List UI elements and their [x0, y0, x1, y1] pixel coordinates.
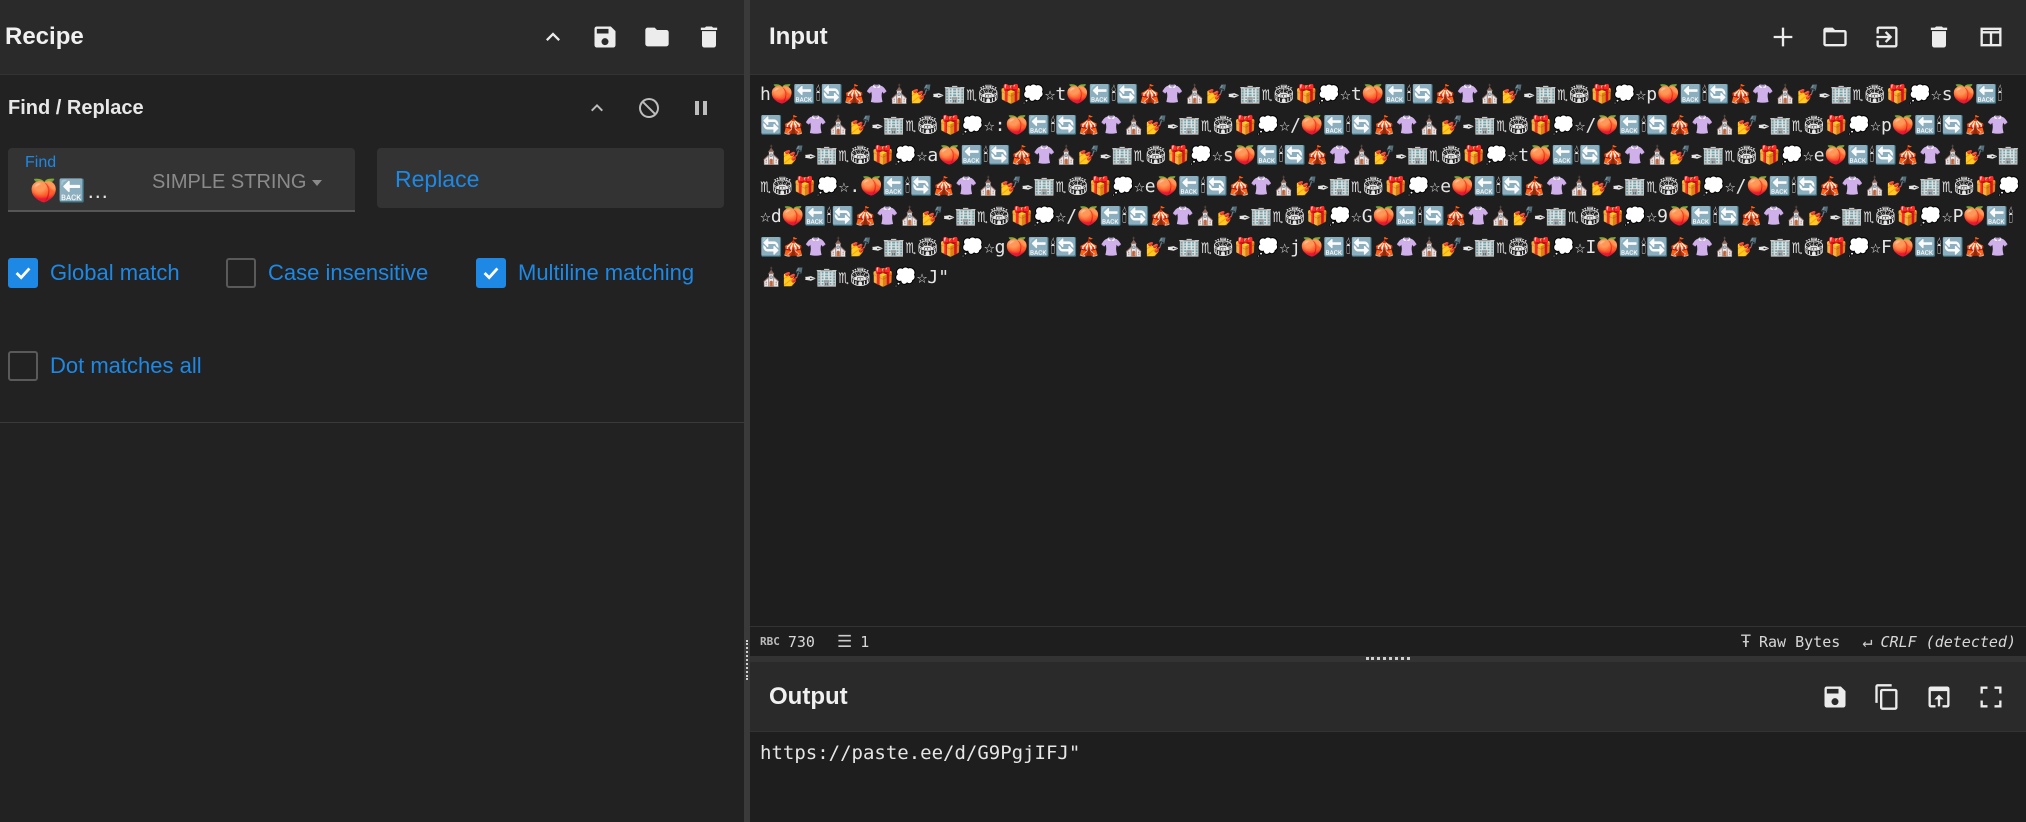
status-right: Ŧ Raw Bytes ↵ CRLF (detected) — [1731, 632, 2026, 652]
find-value[interactable]: 🍑🔙… — [30, 178, 110, 204]
input-status-bar: RBC 730 ☰ 1 Ŧ Raw Bytes ↵ CRLF (detected… — [750, 626, 2026, 656]
input-title: Input — [769, 23, 828, 50]
splitter-grip-icon[interactable] — [1366, 657, 1410, 660]
replace-placeholder: Replace — [395, 166, 480, 192]
dot-matches-all-checkbox[interactable]: Dot matches all — [8, 351, 202, 381]
clear-input-trash-icon[interactable] — [1924, 22, 1954, 52]
abc-icon: RBC — [760, 635, 780, 648]
operation-controls — [582, 93, 716, 123]
case-insensitive-checkbox[interactable]: Case insensitive — [226, 258, 428, 288]
global-match-checkbox[interactable]: Global match — [8, 258, 180, 288]
maximise-output-icon[interactable] — [1976, 682, 2006, 712]
checkbox-unchecked-icon — [8, 351, 38, 381]
disable-operation-icon[interactable] — [634, 93, 664, 123]
encoding-selector[interactable]: Ŧ Raw Bytes — [1741, 632, 1841, 652]
save-recipe-icon[interactable] — [590, 22, 620, 52]
find-label: Find — [25, 154, 57, 171]
open-file-input-icon[interactable] — [1872, 22, 1902, 52]
eol-selector[interactable]: ↵ CRLF (detected) — [1862, 632, 2016, 652]
output-title: Output — [769, 682, 848, 710]
replace-input-with-output-icon[interactable] — [1924, 682, 1954, 712]
operation-title: Find / Replace — [8, 97, 144, 119]
find-replace-operation: Find / Replace Find 🍑🔙… SIMPLE STRING Re… — [0, 75, 744, 423]
lines-icon: ☰ — [836, 631, 853, 652]
input-textarea[interactable]: h🍑🔙🕯🔄🎪👚⛪💅✒🏢♏🏟🎁💭☆t🍑🔙🕯🔄🎪👚⛪💅✒🏢♏🏟🎁💭☆t🍑🔙🕯🔄🎪👚⛪… — [760, 80, 2022, 294]
dot-matches-all-label: Dot matches all — [50, 353, 202, 378]
find-type-label: SIMPLE STRING — [152, 171, 307, 193]
save-output-icon[interactable] — [1820, 682, 1850, 712]
recipe-toolbar — [538, 22, 744, 52]
input-pane: Input h🍑🔙🕯🔄🎪👚⛪💅✒🏢♏🏟🎁💭☆t🍑🔙🕯🔄🎪👚⛪💅✒🏢♏🏟🎁💭☆t🍑… — [750, 0, 2026, 656]
recipe-header: Recipe — [0, 0, 744, 75]
find-type-dropdown[interactable]: SIMPLE STRING — [152, 171, 323, 194]
checkbox-checked-icon — [8, 258, 38, 288]
pause-breakpoint-icon[interactable] — [686, 93, 716, 123]
add-tab-plus-icon[interactable] — [1768, 22, 1798, 52]
output-header: Output — [750, 662, 2026, 732]
input-header: Input — [750, 0, 2026, 75]
collapse-all-icon[interactable] — [538, 22, 568, 52]
input-toolbar — [1768, 22, 2026, 52]
output-textarea[interactable]: https://paste.ee/d/G9PgjIFJ" — [760, 742, 1080, 764]
line-count: ☰ 1 — [837, 632, 869, 652]
output-toolbar — [1820, 682, 2026, 712]
checkbox-checked-icon — [476, 258, 506, 288]
load-recipe-folder-icon[interactable] — [642, 22, 672, 52]
multiline-matching-label: Multiline matching — [518, 260, 695, 285]
multiline-matching-checkbox[interactable]: Multiline matching — [476, 258, 694, 288]
case-insensitive-label: Case insensitive — [268, 260, 429, 285]
splitter-grip-icon[interactable] — [746, 640, 748, 680]
recipe-pane: Recipe Find / Replace Find 🍑🔙… SIMPLE ST… — [0, 0, 744, 822]
checkbox-unchecked-icon — [226, 258, 256, 288]
output-pane: Output https://paste.ee/d/G9PgjIFJ" — [750, 662, 2026, 822]
cyberchef-app: Recipe Find / Replace Find 🍑🔙… SIMPLE ST… — [0, 0, 2026, 822]
char-count-value: 730 — [787, 632, 815, 651]
line-count-value: 1 — [860, 632, 870, 651]
eol-label: CRLF (detected) — [1880, 632, 2016, 651]
find-field[interactable]: Find 🍑🔙… SIMPLE STRING — [8, 148, 355, 212]
return-arrow-icon: ↵ — [1862, 631, 1873, 652]
copy-output-icon[interactable] — [1872, 682, 1902, 712]
text-format-icon: Ŧ — [1740, 631, 1751, 652]
minimise-operation-icon[interactable] — [582, 93, 612, 123]
status-left: RBC 730 ☰ 1 — [750, 632, 879, 652]
recipe-title: Recipe — [5, 23, 84, 50]
replace-field[interactable]: Replace — [377, 148, 724, 208]
encoding-label: Raw Bytes — [1759, 632, 1841, 651]
open-folder-icon[interactable] — [1820, 22, 1850, 52]
reset-layout-icon[interactable] — [1976, 22, 2006, 52]
global-match-label: Global match — [50, 260, 180, 285]
chevron-down-icon — [312, 179, 323, 186]
clear-recipe-trash-icon[interactable] — [694, 22, 724, 52]
char-count: RBC 730 — [760, 633, 815, 651]
